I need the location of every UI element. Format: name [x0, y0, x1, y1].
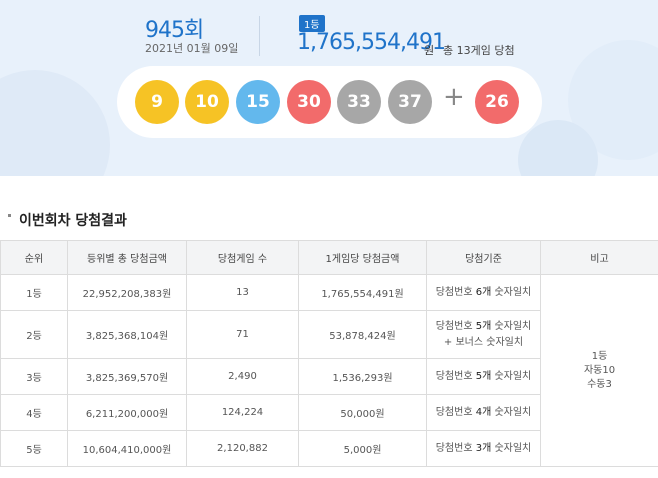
cell-games: 124,224	[186, 394, 299, 431]
criteria-count: 5개	[475, 320, 492, 332]
winning-numbers-panel: 9 10 15 30 33 37 + 26	[117, 66, 542, 138]
number-ball: 9	[135, 80, 179, 124]
header-games: 당첨게임 수	[186, 240, 299, 275]
criteria-line: 당첨번호 5개 숫자일치	[427, 319, 540, 335]
plus-sign: +	[443, 82, 465, 112]
number-ball: 15	[236, 80, 280, 124]
cell-games: 71	[186, 310, 299, 359]
criteria-prefix: 당첨번호	[435, 406, 476, 418]
criteria-prefix: 당첨번호	[435, 442, 476, 454]
criteria-count: 6개	[475, 286, 492, 298]
divider	[259, 16, 260, 56]
cell-total: 3,825,368,104원	[67, 310, 187, 359]
bullet-icon	[8, 213, 11, 217]
cell-per-game: 50,000원	[298, 394, 427, 431]
first-prize-amount: 1,765,554,491	[297, 30, 446, 55]
cell-rank: 5등	[0, 430, 68, 467]
cell-games: 13	[186, 274, 299, 311]
cell-per-game: 1,765,554,491원	[298, 274, 427, 311]
cell-total: 3,825,369,570원	[67, 358, 187, 395]
cell-note: 1등 자동10 수동3	[540, 274, 658, 467]
criteria-suffix: 숫자일치	[491, 286, 532, 298]
cell-criteria: 당첨번호 5개 숫자일치 + 보너스 숫자일치	[426, 310, 541, 359]
winner-count: 총 13게임 당첨	[443, 44, 515, 57]
criteria-suffix: 숫자일치	[491, 370, 532, 382]
criteria-suffix: 숫자일치	[491, 406, 532, 418]
cell-per-game: 5,000원	[298, 430, 427, 467]
criteria-line-2: + 보너스 숫자일치	[443, 336, 524, 348]
cell-rank: 2등	[0, 310, 68, 359]
number-ball: 30	[287, 80, 331, 124]
criteria-count: 3개	[475, 442, 492, 454]
section-title-text: 이번회차 당첨결과	[19, 213, 127, 229]
number-ball: 10	[185, 80, 229, 124]
cell-criteria: 당첨번호 5개 숫자일치	[426, 358, 541, 395]
criteria-suffix: 숫자일치	[491, 442, 532, 454]
header-rank: 순위	[0, 240, 68, 275]
note-line: 1등	[591, 350, 608, 362]
cell-criteria: 당첨번호 4개 숫자일치	[426, 394, 541, 431]
cell-criteria: 당첨번호 6개 숫자일치	[426, 274, 541, 311]
table-row: 1등 22,952,208,383원 13 1,765,554,491원 당첨번…	[0, 274, 658, 467]
header-total: 등위별 총 당첨금액	[67, 240, 187, 275]
lotto-result-page: 945회 2021년 01월 09일 1등 1,765,554,491 원 총 …	[0, 0, 658, 478]
criteria-prefix: 당첨번호	[435, 286, 476, 298]
decorative-circle	[0, 70, 110, 176]
cell-games: 2,120,882	[186, 430, 299, 467]
number-ball: 33	[337, 80, 381, 124]
number-ball: 37	[388, 80, 432, 124]
note-line: 자동10	[583, 364, 616, 376]
criteria-prefix: 당첨번호	[435, 320, 476, 332]
cell-rank: 3등	[0, 358, 68, 395]
prize-unit: 원	[424, 44, 435, 57]
header-criteria: 당첨기준	[426, 240, 541, 275]
cell-per-game: 1,536,293원	[298, 358, 427, 395]
bonus-ball: 26	[475, 80, 519, 124]
cell-total: 22,952,208,383원	[67, 274, 187, 311]
prize-results-table: 순위 등위별 총 당첨금액 당첨게임 수 1게임당 당첨금액 당첨기준 비고 1…	[0, 240, 658, 467]
header-per-game: 1게임당 당첨금액	[298, 240, 427, 275]
section-title: 이번회차 당첨결과	[8, 210, 127, 230]
cell-rank: 1등	[0, 274, 68, 311]
draw-date: 2021년 01월 09일	[145, 42, 239, 55]
cell-rank: 4등	[0, 394, 68, 431]
criteria-suffix: 숫자일치	[491, 320, 532, 332]
header-note: 비고	[540, 240, 658, 275]
cell-games: 2,490	[186, 358, 299, 395]
table-header-row: 순위 등위별 총 당첨금액 당첨게임 수 1게임당 당첨금액 당첨기준 비고	[0, 240, 658, 275]
cell-total: 10,604,410,000원	[67, 430, 187, 467]
cell-per-game: 53,878,424원	[298, 310, 427, 359]
criteria-prefix: 당첨번호	[435, 370, 476, 382]
criteria-count: 5개	[475, 370, 492, 382]
note-line: 수동3	[587, 378, 612, 390]
cell-total: 6,211,200,000원	[67, 394, 187, 431]
cell-criteria: 당첨번호 3개 숫자일치	[426, 430, 541, 467]
draw-summary-banner: 945회 2021년 01월 09일 1등 1,765,554,491 원 총 …	[0, 0, 658, 176]
criteria-count: 4개	[475, 406, 492, 418]
